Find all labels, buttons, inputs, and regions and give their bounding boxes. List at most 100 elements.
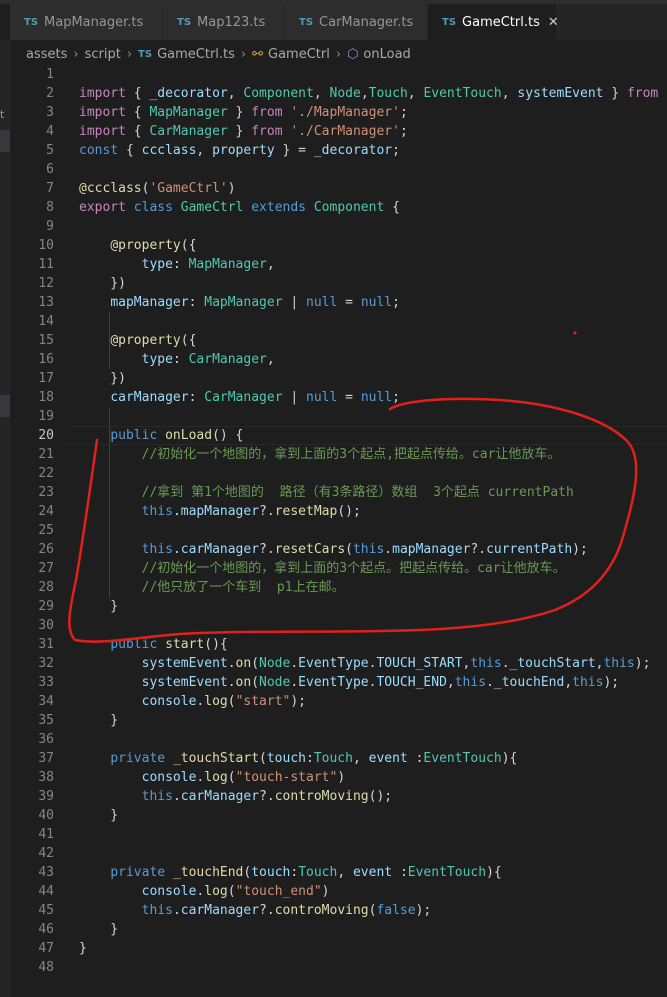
line-number: 34 bbox=[38, 694, 54, 709]
code-line[interactable]: 4 import { CarManager } from './CarManage… bbox=[10, 122, 667, 141]
line-number: 43 bbox=[38, 865, 54, 880]
line-number: 41 bbox=[38, 827, 54, 842]
code-line[interactable]: 26 this.carManager?.resetCars(this.mapMa… bbox=[10, 540, 667, 559]
typescript-icon: TS bbox=[24, 16, 39, 28]
code-line[interactable]: 40 } bbox=[10, 806, 667, 825]
code-line[interactable]: 23 //拿到 第1个地图的 路径（有3条路径）数组 3个起点 currentP… bbox=[10, 483, 667, 502]
line-number: 10 bbox=[38, 238, 54, 253]
code-line[interactable]: 10 @property({ bbox=[10, 236, 667, 255]
code-line[interactable]: 25 bbox=[10, 521, 667, 540]
line-code: private _touchStart(touch:Touch, event :… bbox=[110, 751, 518, 766]
line-number: 37 bbox=[38, 751, 54, 766]
chevron-right-icon: › bbox=[73, 46, 79, 62]
line-number: 22 bbox=[38, 466, 54, 481]
code-line[interactable]: 34 console.log("start"); bbox=[10, 692, 667, 711]
breadcrumb-script[interactable]: script bbox=[85, 47, 121, 62]
code-line[interactable]: 18 carManager: CarManager | null = null; bbox=[10, 388, 667, 407]
tab-gamectrl[interactable]: TS GameCtrl.ts ✕ bbox=[428, 4, 559, 40]
line-number: 36 bbox=[38, 732, 54, 747]
line-number: 48 bbox=[38, 960, 54, 975]
code-line[interactable]: 27 //初始化一个地图的，拿到上面的3个起点。把起点传给。car让他放车。 bbox=[10, 559, 667, 578]
line-number: 18 bbox=[38, 390, 54, 405]
line-code: console.log("start"); bbox=[141, 694, 307, 709]
code-line[interactable]: 5 const { ccclass, property } = _decorato… bbox=[10, 141, 667, 160]
code-line[interactable]: 32 systemEvent.on(Node.EventType.TOUCH_S… bbox=[10, 654, 667, 673]
line-number: 21 bbox=[38, 447, 54, 462]
code-line[interactable]: 6 bbox=[10, 160, 667, 179]
code-line[interactable]: 22 bbox=[10, 464, 667, 483]
line-number: 33 bbox=[38, 675, 54, 690]
code-line[interactable]: 20 public onLoad() { bbox=[10, 426, 667, 445]
code-editor[interactable]: 1 2 import { _decorator, Component, Node,T… bbox=[10, 65, 667, 977]
breadcrumb: assets › script › TS GameCtrl.ts › ⚯ Gam… bbox=[10, 40, 667, 68]
code-line[interactable]: 44 console.log("touch_end") bbox=[10, 882, 667, 901]
line-code: console.log("touch_end") bbox=[141, 884, 330, 899]
code-line[interactable]: 47} bbox=[10, 939, 667, 958]
code-line[interactable]: 19 bbox=[10, 407, 667, 426]
code-line[interactable]: 38 console.log("touch-start") bbox=[10, 768, 667, 787]
code-line[interactable]: 11 type: MapManager, bbox=[10, 255, 667, 274]
method-icon: ⬡ bbox=[347, 46, 359, 62]
code-line[interactable]: 21 //初始化一个地图的，拿到上面的3个起点,把起点传给。car让他放车。 bbox=[10, 445, 667, 464]
code-line[interactable]: 15 @property({ bbox=[10, 331, 667, 350]
line-number: 40 bbox=[38, 808, 54, 823]
code-line[interactable]: 9 bbox=[10, 217, 667, 236]
tab-map123[interactable]: TS Map123.ts bbox=[163, 4, 285, 40]
code-line[interactable]: 41 bbox=[10, 825, 667, 844]
line-number: 30 bbox=[38, 618, 54, 633]
code-line[interactable]: 12 }) bbox=[10, 274, 667, 293]
code-line[interactable]: 35 } bbox=[10, 711, 667, 730]
code-line[interactable]: 33 systemEvent.on(Node.EventType.TOUCH_E… bbox=[10, 673, 667, 692]
breadcrumb-class[interactable]: GameCtrl bbox=[268, 47, 330, 62]
code-line[interactable]: 16 type: CarManager, bbox=[10, 350, 667, 369]
code-line[interactable]: 29 } bbox=[10, 597, 667, 616]
typescript-icon: TS bbox=[299, 16, 314, 28]
line-number: 5 bbox=[46, 143, 54, 158]
code-line[interactable]: 46 } bbox=[10, 920, 667, 939]
code-line[interactable]: 13 mapManager: MapManager | null = null; bbox=[10, 293, 667, 312]
tab-label: CarManager.ts bbox=[319, 14, 414, 30]
line-number: 23 bbox=[38, 485, 54, 500]
code-line[interactable]: 37 private _touchStart(touch:Touch, even… bbox=[10, 749, 667, 768]
line-code: systemEvent.on(Node.EventType.TOUCH_STAR… bbox=[141, 656, 651, 671]
line-code: } bbox=[79, 941, 87, 956]
code-line[interactable]: 43 private _touchEnd(touch:Touch, event … bbox=[10, 863, 667, 882]
code-line[interactable]: 36 bbox=[10, 730, 667, 749]
side-panel-edge: t bbox=[0, 40, 10, 997]
code-line[interactable]: 17 }) bbox=[10, 369, 667, 388]
line-code: type: CarManager, bbox=[141, 352, 275, 367]
code-line[interactable]: 3 import { MapManager } from './MapManage… bbox=[10, 103, 667, 122]
typescript-icon: TS bbox=[177, 16, 192, 28]
line-code: private _touchEnd(touch:Touch, event :Ev… bbox=[110, 865, 502, 880]
line-number: 12 bbox=[38, 276, 54, 291]
line-number: 32 bbox=[38, 656, 54, 671]
code-line[interactable]: 28 //他只放了一个车到 p1上在邮。 bbox=[10, 578, 667, 597]
code-line[interactable]: 39 this.carManager?.controMoving(); bbox=[10, 787, 667, 806]
code-line[interactable]: 31 public start(){ bbox=[10, 635, 667, 654]
code-line[interactable]: 7 @ccclass('GameCtrl') bbox=[10, 179, 667, 198]
breadcrumb-file[interactable]: GameCtrl.ts bbox=[157, 47, 235, 62]
code-line[interactable]: 8 export class GameCtrl extends Component… bbox=[10, 198, 667, 217]
line-number: 2 bbox=[46, 86, 54, 101]
line-number: 4 bbox=[46, 124, 54, 139]
line-number: 17 bbox=[38, 371, 54, 386]
line-number: 47 bbox=[38, 941, 54, 956]
side-panel-text: t bbox=[0, 108, 5, 121]
typescript-icon: TS bbox=[138, 48, 153, 60]
line-number: 42 bbox=[38, 846, 54, 861]
code-line[interactable]: 14 bbox=[10, 312, 667, 331]
tab-mapmanager[interactable]: TS MapManager.ts bbox=[10, 4, 163, 40]
line-number: 39 bbox=[38, 789, 54, 804]
code-line[interactable]: 2 import { _decorator, Component, Node,To… bbox=[10, 84, 667, 103]
code-line[interactable]: 48 bbox=[10, 958, 667, 977]
breadcrumb-method[interactable]: onLoad bbox=[363, 47, 410, 62]
close-icon[interactable]: ✕ bbox=[548, 15, 559, 30]
code-line[interactable]: 1 bbox=[10, 65, 667, 84]
code-line[interactable]: 30 bbox=[10, 616, 667, 635]
tab-carmanager[interactable]: TS CarManager.ts bbox=[285, 4, 428, 40]
code-line[interactable]: 42 bbox=[10, 844, 667, 863]
line-code: }) bbox=[79, 371, 126, 386]
breadcrumb-assets[interactable]: assets bbox=[26, 47, 67, 62]
code-line[interactable]: 45 this.carManager?.controMoving(false); bbox=[10, 901, 667, 920]
code-line[interactable]: 24 this.mapManager?.resetMap(); bbox=[10, 502, 667, 521]
